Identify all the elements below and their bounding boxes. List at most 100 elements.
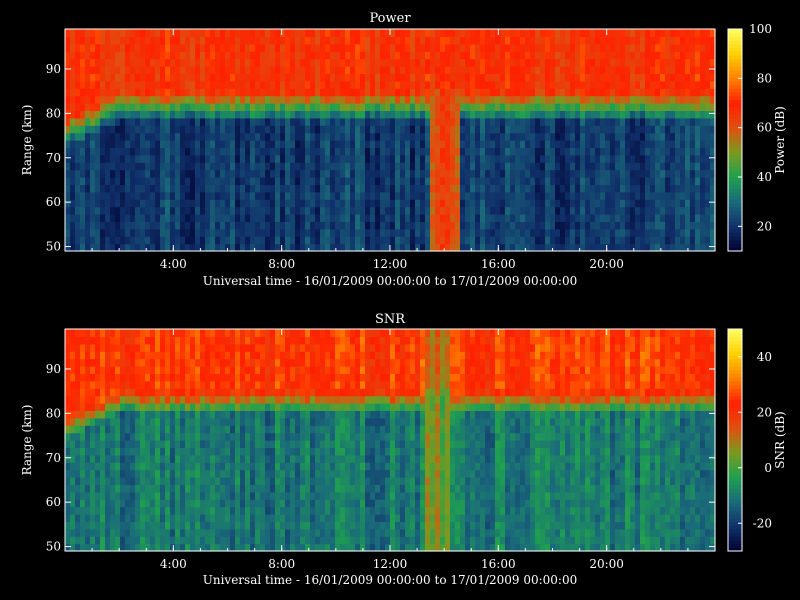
heatmap-cell (130, 206, 136, 215)
heatmap-cell (335, 191, 341, 200)
heatmap-cell (665, 191, 671, 200)
heatmap-cell (230, 243, 236, 252)
heatmap-cell (265, 29, 271, 37)
heatmap-cell (360, 95, 366, 104)
heatmap-cell (295, 191, 301, 200)
heatmap-cell (675, 206, 681, 215)
heatmap-cell (270, 73, 276, 82)
heatmap-cell (655, 147, 661, 156)
heatmap-cell (545, 184, 551, 193)
heatmap-cell (540, 29, 546, 37)
heatmap-cell (180, 358, 186, 367)
heatmap-cell (145, 499, 151, 508)
heatmap-cell (640, 36, 646, 45)
heatmap-cell (185, 73, 191, 82)
heatmap-cell (325, 36, 331, 45)
heatmap-cell (675, 66, 681, 74)
heatmap-cell (450, 29, 456, 37)
heatmap-cell (70, 536, 76, 545)
heatmap-cell (535, 236, 541, 245)
heatmap-cell (180, 477, 186, 485)
heatmap-cell (205, 403, 211, 411)
heatmap-cell (65, 103, 71, 111)
heatmap-cell (315, 66, 321, 74)
heatmap-cell (100, 243, 106, 252)
heatmap-cell (150, 477, 156, 485)
heatmap-cell (480, 206, 486, 215)
heatmap-cell (225, 184, 231, 193)
heatmap-cell (220, 447, 226, 456)
heatmap-cell (215, 521, 221, 530)
heatmap-cell (625, 80, 631, 89)
heatmap-cell (255, 184, 261, 193)
heatmap-cell (315, 199, 321, 208)
heatmap-cell (685, 177, 691, 185)
heatmap-cell (225, 514, 231, 522)
heatmap-cell (500, 191, 506, 200)
heatmap-cell (565, 110, 571, 119)
heatmap-cell (485, 162, 491, 171)
heatmap-cell (515, 228, 521, 237)
heatmap-cell (155, 191, 161, 200)
heatmap-cell (175, 432, 181, 441)
heatmap-cell (555, 88, 561, 97)
heatmap-cell (205, 536, 211, 545)
heatmap-cell (70, 425, 76, 434)
heatmap-cell (205, 132, 211, 141)
heatmap-cell (70, 528, 76, 537)
heatmap-cell (500, 80, 506, 89)
heatmap-cell (640, 184, 646, 193)
heatmap-cell (185, 329, 191, 337)
heatmap-cell (435, 221, 441, 230)
heatmap-cell (230, 80, 236, 89)
heatmap-cell (100, 58, 106, 67)
heatmap-cell (465, 199, 471, 208)
heatmap-cell (215, 95, 221, 104)
heatmap-cell (130, 140, 136, 148)
heatmap-cell (430, 236, 436, 245)
heatmap-cell (335, 228, 341, 237)
heatmap-cell (140, 140, 146, 148)
heatmap-cell (430, 29, 436, 37)
heatmap-cell (690, 236, 696, 245)
heatmap-cell (110, 125, 116, 134)
heatmap-cell (135, 29, 141, 37)
heatmap-cell (260, 147, 266, 156)
heatmap-cell (90, 351, 96, 360)
colorbar-segment (728, 95, 742, 100)
heatmap-cell (495, 228, 501, 237)
heatmap-cell (425, 221, 431, 230)
heatmap-cell (195, 162, 201, 171)
heatmap-cell (120, 132, 126, 141)
heatmap-cell (350, 147, 356, 156)
heatmap-cell (700, 88, 706, 97)
heatmap-cell (415, 169, 421, 178)
heatmap-cell (555, 177, 561, 185)
heatmap-cell (705, 58, 711, 67)
heatmap-cell (530, 147, 536, 156)
heatmap-cell (125, 484, 131, 493)
heatmap-cell (485, 125, 491, 134)
heatmap-cell (660, 154, 666, 163)
heatmap-cell (205, 432, 211, 441)
heatmap-cell (655, 184, 661, 193)
heatmap-cell (520, 132, 526, 141)
heatmap-cell (165, 95, 171, 104)
heatmap-cell (135, 454, 141, 463)
heatmap-cell (305, 88, 311, 97)
heatmap-cell (180, 51, 186, 60)
heatmap-cell (515, 117, 521, 126)
heatmap-cell (65, 543, 71, 552)
heatmap-cell (690, 103, 696, 111)
heatmap-cell (220, 43, 226, 52)
heatmap-cell (85, 417, 91, 426)
heatmap-cell (160, 95, 166, 104)
heatmap-cell (285, 95, 291, 104)
heatmap-cell (295, 214, 301, 222)
heatmap-cell (140, 329, 146, 337)
heatmap-cell (190, 117, 196, 126)
heatmap-cell (65, 88, 71, 97)
heatmap-cell (70, 214, 76, 222)
heatmap-cell (130, 484, 136, 493)
heatmap-cell (510, 206, 516, 215)
